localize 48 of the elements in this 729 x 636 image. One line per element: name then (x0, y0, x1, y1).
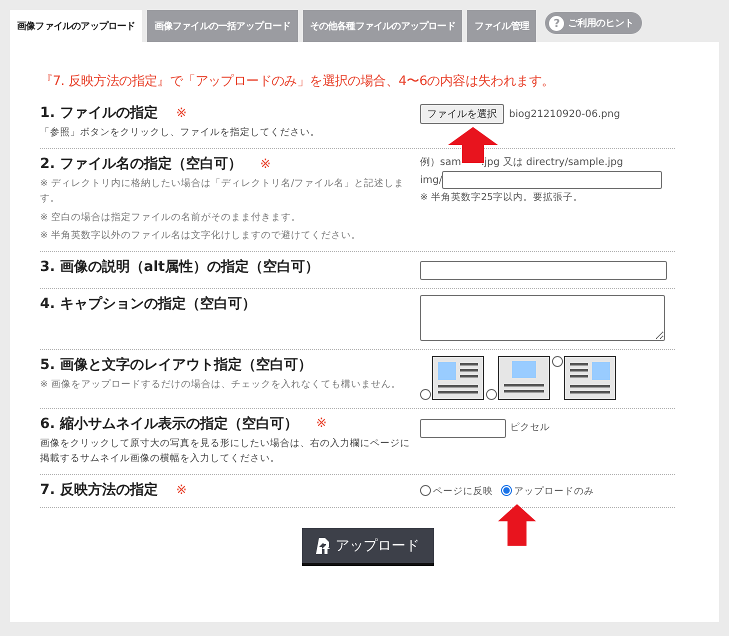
required-mark: ※ (176, 482, 187, 498)
note-text: ※ 空白の場合は指定ファイルの名前がそのまま付きます。 (40, 210, 302, 225)
section-title: 7. 反映方法の指定 (40, 481, 158, 500)
required-mark: ※ (316, 416, 327, 432)
example-text: .jpg 又は directry/sample.jpg (481, 156, 624, 170)
radio-button[interactable] (420, 485, 431, 496)
unit-label: ピクセル (510, 420, 550, 434)
hint-button[interactable]: ? ご利用のヒント (545, 12, 642, 34)
alt-input[interactable] (420, 260, 667, 280)
help-icon: ? (549, 16, 564, 30)
section-title: 5. 画像と文字のレイアウト指定（空白可） (40, 356, 312, 374)
path-prefix: img/ (420, 174, 442, 186)
note-text: 画像をクリックして原寸大の写真を見る形にしたい場合は、右の入力欄にページに掲載するサムネイル画像の横幅を入力してください。 (40, 436, 411, 466)
layout-icon (432, 356, 484, 400)
hint-text: ※ 半角英数字25字以内。要拡張子。 (420, 191, 584, 204)
example-text: 例）sam (420, 156, 462, 170)
filename-input[interactable] (442, 171, 662, 190)
note-text: 「参照」ボタンをクリックし、ファイルを指定してください。 (40, 126, 321, 140)
radio-button[interactable] (552, 356, 563, 367)
section-title: 4. キャプションの指定（空白可） (40, 294, 256, 313)
note-text: ※ 画像をアップロードするだけの場合は、チェックを入れなくても構いません。 (40, 378, 402, 392)
note-text: ※ 半角英数字以外のファイル名は文字化けしますので避けてください。 (40, 228, 362, 243)
tab[interactable]: その他各種ファイルのアップロード (302, 10, 462, 42)
radio-button[interactable] (420, 388, 431, 400)
caption-input[interactable] (420, 294, 665, 341)
arrow-annotation (498, 503, 536, 548)
section-title: 1. ファイルの指定 (40, 104, 158, 122)
radio-label: アップロードのみ (514, 485, 594, 498)
note-text: ※ ディレクトリ内に格納したい場合は「ディレクトリ名/ファイル名」と記述します。 (40, 177, 406, 206)
section-title: 2. ファイル名の指定（空白可） (40, 155, 242, 174)
section-title: 3. 画像の説明（alt属性）の指定（空白可） (40, 258, 319, 276)
choose-file-button[interactable]: ファイルを選択 (420, 104, 504, 124)
upload-button[interactable]: アップロード (302, 528, 434, 566)
tab[interactable]: ファイル管理 (467, 10, 536, 42)
file-name: biog21210920-06.png (509, 108, 620, 120)
radio-button[interactable] (486, 388, 497, 400)
radio-label: ページに反映 (433, 485, 493, 498)
warning-text: 『7. 反映方法の指定』で「アップロードのみ」を選択の場合、4〜6の内容は失われます。 (40, 73, 556, 90)
required-mark: ※ (176, 106, 187, 120)
section-title: 6. 縮小サムネイル表示の指定（空白可） (40, 414, 298, 433)
layout-icon (564, 356, 616, 400)
layout-icon (498, 356, 550, 400)
file-upload-icon (316, 538, 330, 554)
radio-button[interactable] (501, 485, 512, 496)
tab[interactable]: 画像ファイルのアップロード (10, 10, 142, 42)
required-mark: ※ (260, 156, 271, 172)
thumbnail-width-input[interactable] (420, 418, 506, 438)
tab[interactable]: 画像ファイルの一括アップロード (147, 10, 298, 42)
